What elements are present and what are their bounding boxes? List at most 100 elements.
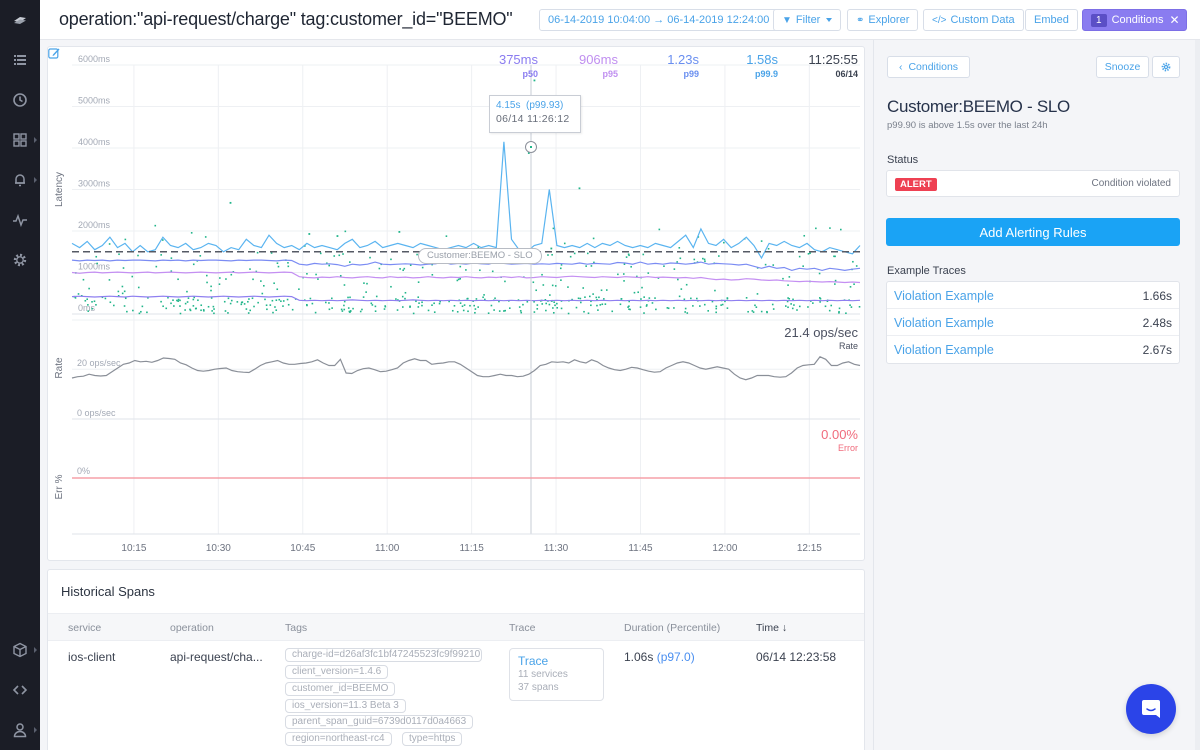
span-dot — [210, 289, 212, 292]
column-header-duration[interactable]: Duration (Percentile) — [624, 622, 720, 634]
span-dot — [569, 255, 572, 258]
span-dot — [690, 297, 692, 300]
duration-value: 1.06s — [624, 650, 654, 664]
packages-box-icon[interactable] — [0, 635, 40, 665]
span-dot — [849, 304, 851, 306]
p50-label: p50 — [522, 69, 538, 79]
span-dot — [247, 300, 249, 303]
tag-chip[interactable]: type=https — [402, 732, 463, 746]
trace-link[interactable]: Trace — [518, 654, 595, 668]
span-dot — [834, 279, 837, 282]
span-dot — [604, 303, 607, 305]
column-header-trace[interactable]: Trace — [509, 622, 535, 634]
example-trace-item[interactable]: Violation Example 2.67s — [887, 336, 1179, 363]
alert-status-badge: ALERT — [895, 178, 937, 191]
span-dot — [686, 312, 689, 314]
span-dot — [291, 308, 294, 311]
chat-launcher-button[interactable] — [1126, 684, 1176, 734]
span-dot — [256, 251, 259, 254]
tag-chip[interactable]: region=northeast-rc4 — [285, 732, 392, 746]
filter-button[interactable]: ▼ Filter — [773, 9, 842, 31]
snooze-button[interactable]: Snooze — [1096, 56, 1149, 78]
code-icon[interactable] — [0, 675, 40, 705]
gear-icon — [1161, 62, 1171, 72]
span-dot — [590, 304, 592, 307]
column-header-time-sorted[interactable]: Time ↓ — [756, 622, 787, 634]
right-panel-scrollbar[interactable] — [1195, 40, 1200, 750]
condition-title: Customer:BEEMO - SLO — [887, 97, 1070, 116]
duration-percentile[interactable]: (p97.0) — [657, 650, 695, 664]
span-dot — [684, 311, 686, 313]
span-dot — [718, 255, 720, 257]
example-trace-link[interactable]: Violation Example — [894, 289, 994, 303]
add-alerting-rules-button[interactable]: Add Alerting Rules — [886, 218, 1180, 246]
history-clock-icon[interactable] — [0, 85, 40, 115]
span-dot — [676, 261, 678, 263]
trace-link-card[interactable]: Trace 11 services 37 spans — [509, 648, 604, 701]
column-header-operation[interactable]: operation — [170, 622, 214, 634]
span-dot — [456, 279, 459, 282]
span-dot — [342, 253, 344, 255]
tag-chip[interactable]: client_version=1.4.6 — [285, 665, 389, 679]
custom-data-button[interactable]: </> Custom Data — [923, 9, 1024, 31]
tag-chip[interactable]: charge-id=d26af3fc1bf47245523fc9f992101c… — [285, 648, 482, 662]
span-dot — [230, 273, 233, 276]
span-dot — [306, 272, 308, 275]
settings-gear-icon[interactable] — [0, 245, 40, 275]
span-dot — [755, 306, 758, 308]
example-trace-item[interactable]: Violation Example 2.48s — [887, 309, 1179, 336]
span-dot — [477, 306, 479, 308]
column-header-service[interactable]: service — [68, 622, 101, 634]
span-dot — [654, 297, 656, 299]
latency-series-p95 — [71, 271, 861, 284]
logo-icon[interactable] — [0, 5, 40, 35]
span-dot — [308, 233, 311, 235]
example-trace-link[interactable]: Violation Example — [894, 316, 994, 330]
tag-chip[interactable]: parent_span_guid=6739d0117d0a4663 — [285, 715, 474, 729]
span-dot — [855, 265, 858, 267]
column-header-tags[interactable]: Tags — [285, 622, 307, 634]
alerts-bell-icon[interactable] — [0, 165, 40, 195]
span-dot — [807, 252, 810, 255]
condition-settings-button[interactable] — [1152, 56, 1180, 78]
span-dot — [693, 258, 696, 261]
span-dot — [679, 257, 682, 260]
list-icon[interactable] — [0, 45, 40, 75]
x-tick-label: 11:45 — [628, 543, 653, 554]
explorer-button[interactable]: ⚭ Explorer — [847, 9, 919, 31]
span-dot — [96, 262, 98, 265]
span-dot — [384, 305, 386, 307]
activity-pulse-icon[interactable] — [0, 205, 40, 235]
span-dot — [252, 278, 254, 281]
edit-icon[interactable] — [48, 47, 60, 59]
span-dot — [577, 297, 580, 300]
span-dot — [212, 305, 215, 308]
span-dot — [87, 304, 89, 306]
span-dot — [764, 263, 767, 266]
tag-chip[interactable]: ios_version=11.3 Beta 3 — [285, 699, 406, 713]
span-dot — [177, 298, 180, 301]
span-dot — [552, 311, 555, 314]
embed-button[interactable]: Embed — [1025, 9, 1078, 31]
time-range-dropdown[interactable]: 06-14-2019 10:04:00 → 06-14-2019 12:24:0… — [539, 9, 791, 31]
example-trace-item[interactable]: Violation Example 1.66s — [887, 282, 1179, 309]
latency-rate-error-chart[interactable]: 10:15 10:30 10:45 11:00 11:15 11:30 11:45 12:00… — [48, 47, 866, 562]
span-dot — [453, 304, 456, 307]
close-icon[interactable]: ✕ — [1170, 13, 1180, 27]
span-dot — [317, 278, 319, 280]
tag-chip[interactable]: customer_id=BEEMO — [285, 682, 396, 696]
span-dot — [401, 306, 404, 308]
span-dot — [802, 265, 804, 267]
conditions-button[interactable]: 1 Conditions ✕ — [1082, 9, 1187, 31]
account-user-icon[interactable] — [0, 715, 40, 745]
dashboards-grid-icon[interactable] — [0, 125, 40, 155]
span-dot — [347, 307, 350, 309]
example-trace-link[interactable]: Violation Example — [894, 343, 994, 357]
span-dot — [599, 304, 602, 306]
span-dot — [417, 296, 420, 298]
condition-detail-panel: ‹ Conditions Snooze Customer:BEEMO - SLO… — [873, 40, 1195, 750]
span-dot — [699, 305, 701, 307]
span-dot — [772, 308, 775, 310]
span-dot — [620, 298, 623, 300]
back-to-conditions-button[interactable]: ‹ Conditions — [887, 56, 970, 78]
